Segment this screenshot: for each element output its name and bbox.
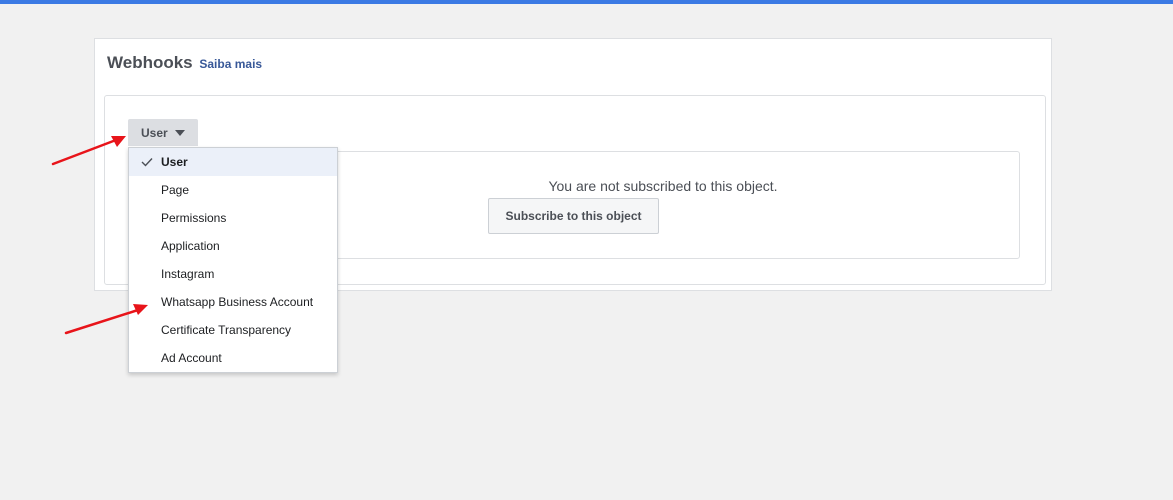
top-accent-bar (0, 0, 1173, 4)
dropdown-item-label: Application (161, 239, 220, 253)
checkmark-icon (141, 148, 155, 176)
subscription-status-label: You are not subscribed to this object. (548, 178, 778, 194)
dropdown-item-instagram[interactable]: Instagram (129, 260, 337, 288)
object-type-value: User (141, 125, 168, 140)
object-type-dropdown: User Page Permissions Application Instag… (128, 147, 338, 373)
annotation-arrow-icon (64, 304, 148, 335)
dropdown-item-label: Page (161, 183, 190, 197)
dropdown-item-permissions[interactable]: Permissions (129, 204, 337, 232)
learn-more-link[interactable]: Saiba mais (199, 57, 262, 71)
dropdown-item-label: Whatsapp Business Account (161, 295, 314, 309)
annotation-arrow-icon (51, 136, 126, 166)
dropdown-item-whatsapp-business-account[interactable]: Whatsapp Business Account (129, 288, 337, 316)
dropdown-item-page[interactable]: Page (129, 176, 337, 204)
caret-down-icon (174, 129, 185, 136)
dropdown-item-label: Ad Account (161, 351, 222, 365)
page-title: Webhooks Saiba mais (107, 53, 262, 73)
dropdown-item-label: User (161, 155, 188, 169)
dropdown-item-certificate-transparency[interactable]: Certificate Transparency (129, 316, 337, 344)
dropdown-item-application[interactable]: Application (129, 232, 337, 260)
dropdown-item-ad-account[interactable]: Ad Account (129, 344, 337, 372)
dropdown-item-user[interactable]: User (129, 148, 337, 176)
object-type-select[interactable]: User (128, 119, 198, 146)
page-title-text: Webhooks (107, 53, 193, 72)
dropdown-item-label: Instagram (161, 267, 215, 281)
dropdown-item-label: Permissions (161, 211, 227, 225)
dropdown-item-label: Certificate Transparency (161, 323, 292, 337)
subscribe-button[interactable]: Subscribe to this object (488, 198, 659, 234)
